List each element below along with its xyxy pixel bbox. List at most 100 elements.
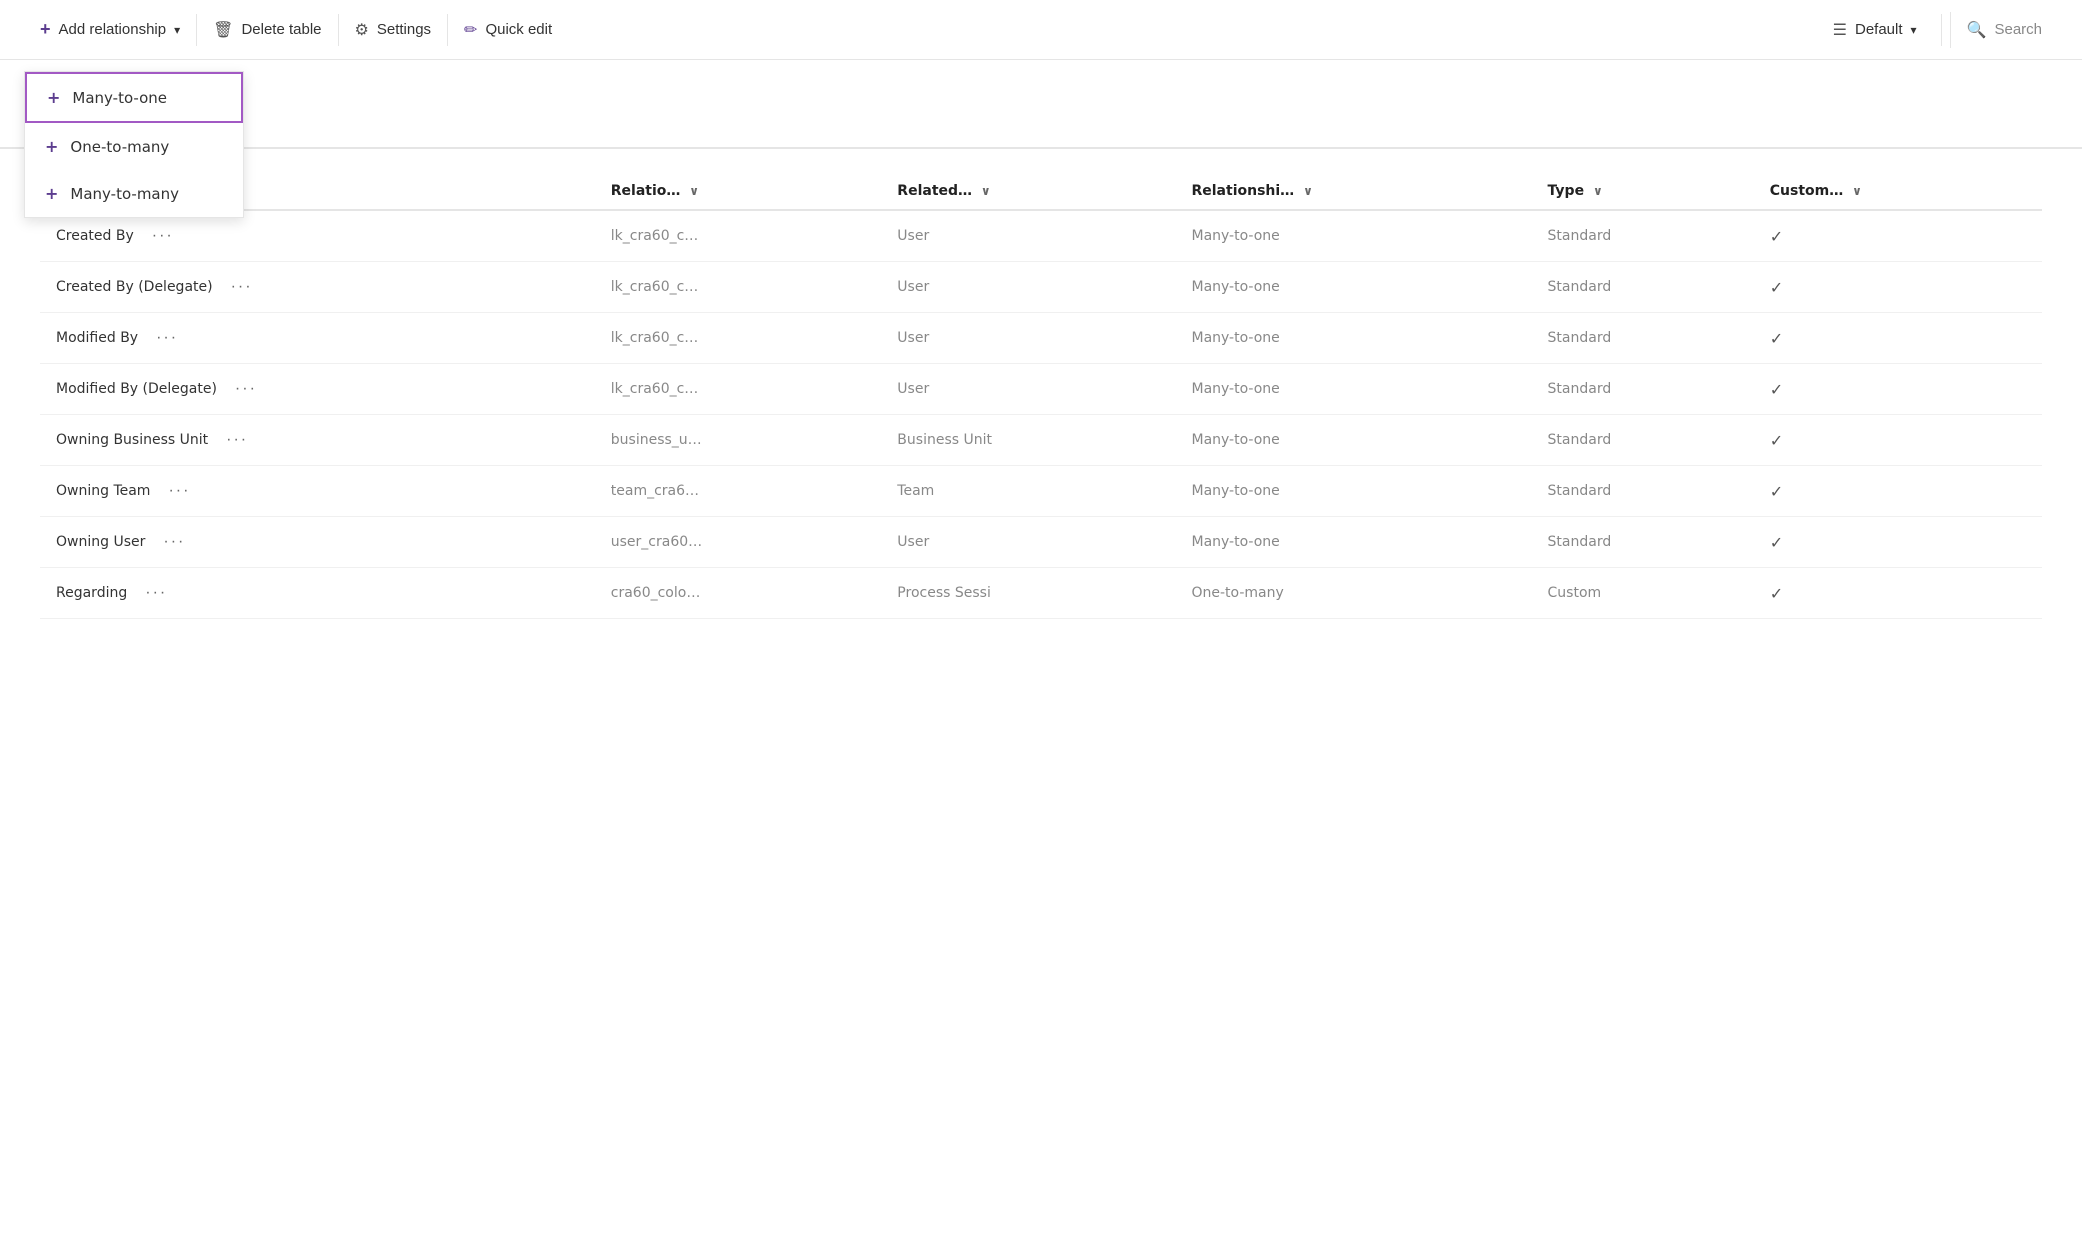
cell-custom: ✓ [1754, 517, 2042, 568]
cell-related: User [881, 262, 1175, 313]
add-relationship-button[interactable]: + Add relationship ▾ [24, 11, 196, 48]
row-options-button[interactable]: ··· [162, 480, 196, 502]
col-custom-label: Custom… [1770, 183, 1843, 199]
page-header: …es › Color [0, 60, 2082, 105]
col-type[interactable]: Type ∨ [1532, 173, 1754, 210]
tab-bar: …os Views [0, 109, 2082, 149]
cell-related: User [881, 364, 1175, 415]
col-custom[interactable]: Custom… ∨ [1754, 173, 2042, 210]
checkmark-icon: ✓ [1770, 533, 1783, 552]
display-name-value: Modified By (Delegate) [56, 381, 217, 397]
plus-icon: + [40, 19, 51, 40]
toolbar-right: ☰ Default ▾ 🔍 Search [1817, 12, 2058, 48]
row-options-button[interactable]: ··· [157, 531, 191, 553]
table-row: Owning User···user_cra60…UserMany-to-one… [40, 517, 2042, 568]
col-relationship[interactable]: Relationshi… ∨ [1175, 173, 1531, 210]
display-name-value: Owning Team [56, 483, 150, 499]
col-relation-chevron: ∨ [689, 184, 699, 198]
cell-relationship: Many-to-one [1175, 364, 1531, 415]
quick-edit-label: Quick edit [485, 21, 552, 38]
trash-icon: 🗑 [213, 20, 233, 40]
settings-button[interactable]: ⚙ Settings [339, 12, 448, 48]
row-options-button[interactable]: ··· [220, 429, 254, 451]
many-to-many-label: Many-to-many [70, 185, 179, 203]
add-relationship-label: Add relationship [59, 21, 167, 38]
col-custom-chevron: ∨ [1852, 184, 1862, 198]
add-relationship-menu: + Many-to-one + One-to-many + Many-to-ma… [24, 71, 244, 218]
cell-custom: ✓ [1754, 210, 2042, 262]
display-name-value: Modified By [56, 330, 138, 346]
cell-type: Standard [1532, 210, 1754, 262]
row-options-button[interactable]: ··· [229, 378, 263, 400]
row-options-button[interactable]: ··· [225, 276, 259, 298]
gear-icon: ⚙ [355, 20, 369, 40]
many-to-many-item[interactable]: + Many-to-many [25, 170, 243, 217]
cell-custom: ✓ [1754, 262, 2042, 313]
cell-relationship: Many-to-one [1175, 517, 1531, 568]
display-name-value: Owning User [56, 534, 145, 550]
cell-custom: ✓ [1754, 466, 2042, 517]
row-options-button[interactable]: ··· [146, 225, 180, 247]
row-options-button[interactable]: ··· [150, 327, 184, 349]
toolbar: + Add relationship ▾ + Many-to-one + One… [0, 0, 2082, 60]
checkmark-icon: ✓ [1770, 380, 1783, 399]
checkmark-icon: ✓ [1770, 482, 1783, 501]
cell-display-name: Owning Team ··· [40, 466, 595, 516]
col-type-label: Type [1548, 183, 1585, 199]
cell-relationship: Many-to-one [1175, 210, 1531, 262]
search-button[interactable]: 🔍 Search [1950, 12, 2058, 48]
checkmark-icon: ✓ [1770, 431, 1783, 450]
table-row: Created By (Delegate) ··· lk_cra60_c…UserM… [40, 262, 2042, 313]
cell-display-name: Regarding··· [40, 568, 595, 618]
cell-related: User [881, 517, 1175, 568]
col-relationship-chevron: ∨ [1303, 184, 1313, 198]
cell-related: User [881, 210, 1175, 262]
cell-related: User [881, 313, 1175, 364]
cell-custom: ✓ [1754, 415, 2042, 466]
cell-display-name: Modified By (Delegate) ··· [40, 364, 595, 414]
one-to-many-item[interactable]: + One-to-many [25, 123, 243, 170]
cell-type: Standard [1532, 364, 1754, 415]
default-view-button[interactable]: ☰ Default ▾ [1817, 12, 1933, 48]
table-body: Created By···lk_cra60_c…UserMany-to-oneS… [40, 210, 2042, 619]
many-to-many-plus-icon: + [45, 184, 58, 203]
checkmark-icon: ✓ [1770, 227, 1783, 246]
breadcrumb: …es › Color [40, 80, 2042, 105]
col-related-chevron: ∨ [981, 184, 991, 198]
many-to-one-plus-icon: + [47, 88, 60, 107]
cell-related: Team [881, 466, 1175, 517]
cell-relationship: Many-to-one [1175, 262, 1531, 313]
delete-table-button[interactable]: 🗑 Delete table [197, 12, 337, 48]
cell-relation: business_u… [595, 415, 882, 466]
divider-4 [1941, 14, 1942, 46]
cell-type: Standard [1532, 517, 1754, 568]
cell-display-name: Created By (Delegate) ··· [40, 262, 595, 312]
search-label: Search [1994, 21, 2042, 38]
many-to-one-label: Many-to-one [72, 89, 167, 107]
cell-relation: lk_cra60_c… [595, 210, 882, 262]
cell-relation: cra60_colo… [595, 568, 882, 619]
col-relation-label: Relatio… [611, 183, 681, 199]
relationships-table: Display name ↑ ∨ Relatio… ∨ Related… ∨ R… [40, 173, 2042, 619]
cell-relation: team_cra6… [595, 466, 882, 517]
add-relationship-dropdown: + Add relationship ▾ + Many-to-one + One… [24, 11, 196, 48]
cell-type: Standard [1532, 415, 1754, 466]
one-to-many-plus-icon: + [45, 137, 58, 156]
search-icon: 🔍 [1967, 20, 1987, 40]
many-to-one-item[interactable]: + Many-to-one [25, 72, 243, 123]
add-relationship-chevron: ▾ [174, 23, 180, 37]
row-options-button[interactable]: ··· [139, 582, 173, 604]
cell-display-name: Modified By ··· [40, 313, 595, 363]
cell-relationship: Many-to-one [1175, 466, 1531, 517]
table-row: Modified By (Delegate)···lk_cra60_c…User… [40, 364, 2042, 415]
cell-relation: lk_cra60_c… [595, 313, 882, 364]
table-row: Regarding···cra60_colo…Process SessiOne-… [40, 568, 2042, 619]
display-name-value: Created By (Delegate) [56, 279, 213, 295]
cell-relation: lk_cra60_c… [595, 262, 882, 313]
cell-type: Standard [1532, 313, 1754, 364]
col-related[interactable]: Related… ∨ [881, 173, 1175, 210]
quick-edit-button[interactable]: ✏ Quick edit [448, 12, 568, 48]
col-relation[interactable]: Relatio… ∨ [595, 173, 882, 210]
display-name-value: Created By [56, 228, 134, 244]
one-to-many-label: One-to-many [70, 138, 169, 156]
